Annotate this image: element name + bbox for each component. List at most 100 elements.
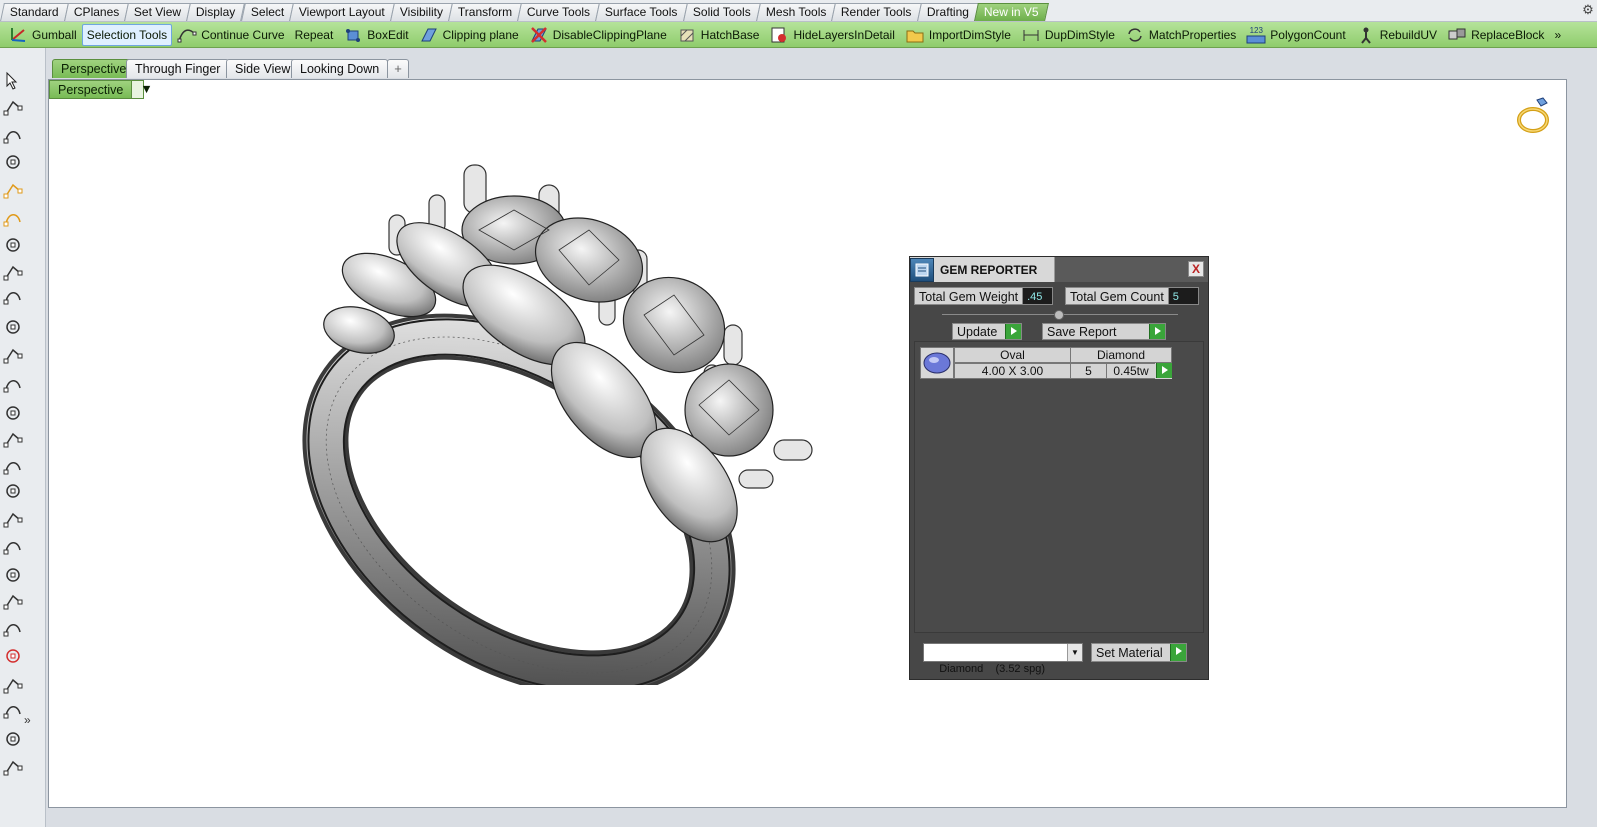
tab-solid-tools[interactable]: Solid Tools: [682, 3, 761, 21]
tab-standard[interactable]: Standard: [0, 3, 69, 21]
rebuild-uv-button[interactable]: RebuildUV: [1351, 24, 1442, 46]
tab-label: Curve Tools: [527, 5, 591, 19]
selection-tools-button[interactable]: Selection Tools: [81, 23, 173, 46]
polygon-count-button[interactable]: 123 PolygonCount: [1241, 24, 1350, 46]
replace-block-button[interactable]: ReplaceBlock: [1442, 24, 1549, 46]
continue-curve-label: Continue Curve: [201, 27, 285, 42]
circle-point-icon[interactable]: [2, 590, 24, 612]
tab-label: Mesh Tools: [765, 5, 826, 19]
tab-label: Drafting: [926, 5, 969, 19]
disable-clipping-plane-button[interactable]: DisableClippingPlane: [524, 24, 672, 46]
left-toolbar-overflow-label: »: [24, 713, 31, 727]
tab-drafting[interactable]: Drafting: [916, 3, 979, 21]
polygon-count-icon-text: 123: [1249, 25, 1263, 35]
vertical-line-icon[interactable]: [2, 456, 24, 478]
play-icon: [1170, 644, 1186, 661]
viewport-title[interactable]: Perspective ▼: [49, 80, 153, 99]
select-arrow-icon[interactable]: [2, 70, 24, 92]
tab-surface-tools[interactable]: Surface Tools: [595, 3, 688, 21]
arc-3pt-icon[interactable]: [2, 674, 24, 696]
no-circle-icon[interactable]: [2, 645, 24, 667]
curve-icon: [177, 26, 197, 44]
viewport-title-label: Perspective: [58, 82, 124, 97]
hatchbase-label: HatchBase: [700, 27, 760, 42]
tab-render-tools[interactable]: Render Tools: [831, 3, 922, 21]
boxedit-button[interactable]: BoxEdit: [338, 24, 413, 46]
ring-model[interactable]: [269, 155, 859, 685]
tab-visibility[interactable]: Visibility: [389, 3, 453, 21]
arc-end-icon[interactable]: [2, 728, 24, 750]
gear-tool-icon[interactable]: [2, 179, 24, 201]
freeform-curve-icon[interactable]: [2, 344, 24, 366]
tab-label: Display: [196, 5, 236, 19]
circle-icon[interactable]: [2, 536, 24, 558]
hide-layers-in-detail-button[interactable]: HideLayersInDetail: [764, 24, 899, 46]
material-select[interactable]: Diamond (3.52 spg) ▼: [923, 643, 1083, 675]
gumball-button[interactable]: Gumball: [3, 24, 82, 46]
ellipse-icon[interactable]: [2, 618, 24, 640]
axis-icon[interactable]: [2, 508, 24, 530]
column-header-shape: Oval: [954, 347, 1071, 363]
tab-display[interactable]: Display: [186, 3, 246, 21]
match-properties-button[interactable]: MatchProperties: [1120, 24, 1241, 46]
viewport-tab-looking-down[interactable]: Looking Down: [291, 59, 389, 78]
arc-icon[interactable]: [2, 234, 24, 256]
tab-set-view[interactable]: Set View: [124, 3, 192, 21]
viewport-tabs: Perspective Through Finger Side View Lookin…: [46, 48, 1597, 79]
curve-icon[interactable]: [2, 286, 24, 308]
gem-list: Oval Diamond 4.00 X 3.00 5 0.45tw: [914, 341, 1204, 633]
horizontal-line-icon[interactable]: [2, 480, 24, 502]
viewport-tab-perspective[interactable]: Perspective: [52, 59, 136, 78]
viewport-menu-dropdown[interactable]: ▼: [131, 81, 153, 98]
tab-new-in-v5[interactable]: New in V5: [973, 3, 1049, 21]
line-segment-icon[interactable]: [2, 428, 24, 450]
polygon-icon[interactable]: [2, 402, 24, 424]
rectangle-icon[interactable]: [2, 261, 24, 283]
tab-viewport-layout[interactable]: Viewport Layout: [289, 3, 395, 21]
disable-clipping-plane-label: DisableClippingPlane: [552, 27, 667, 42]
import-dim-style-button[interactable]: ImportDimStyle: [900, 24, 1016, 46]
curve-arc-icon[interactable]: [2, 700, 24, 722]
gem-slider-handle[interactable]: [1054, 310, 1064, 320]
clipping-plane-button[interactable]: Clipping plane: [414, 24, 524, 46]
arc-center-icon[interactable]: [2, 564, 24, 586]
add-viewport-tab-button[interactable]: +: [387, 59, 409, 78]
toolbar-overflow-button[interactable]: »: [1549, 24, 1566, 46]
gem-row-play-button[interactable]: [1155, 363, 1172, 379]
point-icon[interactable]: [2, 96, 24, 118]
update-label: Update: [957, 324, 998, 339]
repeat-button[interactable]: Repeat: [290, 24, 339, 46]
update-button[interactable]: Update: [952, 323, 1022, 340]
clipping-plane-label: Clipping plane: [442, 27, 519, 42]
tab-mesh-tools[interactable]: Mesh Tools: [755, 3, 836, 21]
control-points-icon[interactable]: [2, 316, 24, 338]
viewport-tab-side-view[interactable]: Side View: [226, 59, 300, 78]
tab-label: Visibility: [399, 5, 443, 19]
total-weight-value: .45: [1023, 287, 1054, 305]
hatchbase-button[interactable]: HatchBase: [672, 24, 765, 46]
gem-slider[interactable]: [942, 310, 1178, 320]
tab-label: Standard: [9, 5, 59, 19]
continue-curve-button[interactable]: Continue Curve: [172, 24, 289, 46]
grid-points-icon[interactable]: [2, 756, 24, 778]
left-toolbar-overflow[interactable]: »: [24, 713, 31, 727]
gear-icon[interactable]: ⚙: [1581, 3, 1595, 17]
tab-select[interactable]: Select: [240, 3, 294, 21]
tab-transform[interactable]: Transform: [447, 3, 523, 21]
tab-curve-tools[interactable]: Curve Tools: [517, 3, 601, 21]
dup-dim-style-button[interactable]: DupDimStyle: [1016, 24, 1120, 46]
tab-label: Viewport Layout: [298, 5, 385, 19]
viewport-tab-through-finger[interactable]: Through Finger: [126, 59, 230, 78]
gem-weight-cell: 0.45tw: [1106, 363, 1156, 379]
explode-icon[interactable]: [2, 208, 24, 230]
replace-block-label: ReplaceBlock: [1471, 27, 1545, 42]
polyline-icon[interactable]: [2, 125, 24, 147]
tab-cplanes[interactable]: CPlanes: [63, 3, 129, 21]
save-report-button[interactable]: Save Report: [1042, 323, 1166, 340]
spiral-icon[interactable]: [2, 374, 24, 396]
viewport-perspective[interactable]: Perspective ▼: [48, 79, 1567, 808]
set-material-button[interactable]: Set Material: [1091, 643, 1187, 662]
close-icon[interactable]: X: [1188, 261, 1204, 277]
line-icon[interactable]: [2, 151, 24, 173]
replace-block-icon: [1447, 26, 1467, 44]
